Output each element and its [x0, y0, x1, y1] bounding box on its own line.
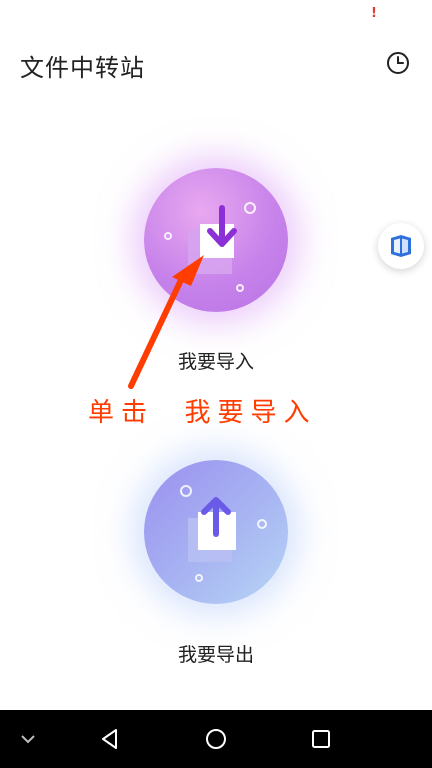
annotation-text: 单击 我要导入 — [88, 398, 317, 428]
floating-cube-button[interactable] — [378, 223, 424, 269]
status-alert-indicator: ! — [371, 6, 377, 21]
chevron-down-icon — [21, 735, 35, 744]
history-button[interactable] — [384, 49, 412, 77]
upload-tray-icon — [180, 485, 267, 582]
import-button[interactable] — [144, 168, 288, 312]
page-title: 文件中转站 — [20, 54, 145, 82]
cube-icon — [391, 235, 411, 257]
nav-collapse-button[interactable] — [10, 710, 46, 768]
export-button[interactable] — [144, 460, 288, 604]
download-tray-icon — [164, 202, 256, 292]
screen: ! 文件中转站 我要导入 我要导出 单击 我要导入 — [0, 0, 432, 768]
clock-icon — [387, 52, 409, 74]
nav-back-button[interactable] — [92, 710, 128, 768]
nav-home-button[interactable] — [198, 710, 234, 768]
import-label[interactable]: 我要导入 — [116, 347, 316, 374]
back-triangle-icon — [102, 729, 117, 749]
home-circle-icon — [206, 729, 226, 749]
system-nav-bar — [0, 710, 432, 768]
recents-square-icon — [312, 730, 330, 748]
nav-recents-button[interactable] — [303, 710, 339, 768]
export-label[interactable]: 我要导出 — [116, 640, 316, 667]
